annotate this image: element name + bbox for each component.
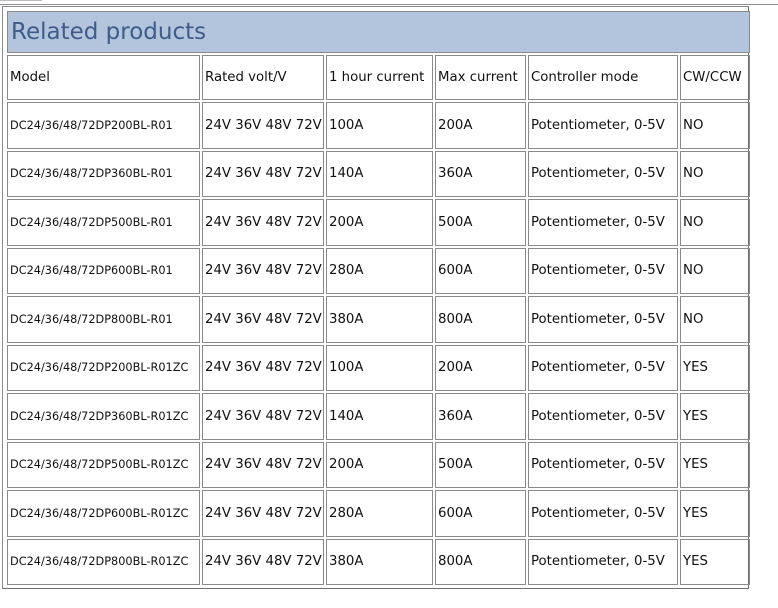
cw-ccw-cell: NO	[680, 199, 751, 246]
rated-volt-cell: 24V 36V 48V 72V	[202, 247, 324, 294]
controller-mode-cell: Potentiometer, 0-5V	[528, 490, 678, 537]
controller-mode-cell: Potentiometer, 0-5V	[528, 247, 678, 294]
top-rule-short	[0, 0, 42, 1]
hour-current-cell: 200A	[326, 199, 433, 246]
max-current-cell: 360A	[435, 150, 526, 197]
model-cell: DC24/36/48/72DP600BL-R01	[7, 247, 200, 294]
cw-ccw-cell: YES	[680, 538, 751, 585]
controller-mode-cell: Potentiometer, 0-5V	[528, 538, 678, 585]
controller-mode-cell: Potentiometer, 0-5V	[528, 199, 678, 246]
related-products-table: Related products Model Rated volt/V 1 ho…	[5, 9, 752, 587]
hour-current-cell: 140A	[326, 393, 433, 440]
cw-ccw-cell: NO	[680, 150, 751, 197]
rated-volt-cell: 24V 36V 48V 72V	[202, 490, 324, 537]
rated-volt-cell: 24V 36V 48V 72V	[202, 441, 324, 488]
max-current-cell: 600A	[435, 490, 526, 537]
cw-ccw-cell: YES	[680, 344, 751, 391]
controller-mode-cell: Potentiometer, 0-5V	[528, 441, 678, 488]
hour-current-cell: 100A	[326, 344, 433, 391]
header-row: Model Rated volt/V 1 hour current Max cu…	[7, 55, 751, 100]
rated-volt-cell: 24V 36V 48V 72V	[202, 102, 324, 149]
model-cell: DC24/36/48/72DP500BL-R01ZC	[7, 441, 200, 488]
column-header-max-current: Max current	[435, 55, 526, 100]
rated-volt-cell: 24V 36V 48V 72V	[202, 344, 324, 391]
cw-ccw-cell: NO	[680, 296, 751, 343]
model-cell: DC24/36/48/72DP200BL-R01ZC	[7, 344, 200, 391]
table-title: Related products	[7, 11, 751, 53]
cw-ccw-cell: YES	[680, 490, 751, 537]
model-cell: DC24/36/48/72DP800BL-R01ZC	[7, 538, 200, 585]
hour-current-cell: 280A	[326, 490, 433, 537]
hour-current-cell: 380A	[326, 538, 433, 585]
hour-current-cell: 100A	[326, 102, 433, 149]
model-cell: DC24/36/48/72DP500BL-R01	[7, 199, 200, 246]
cw-ccw-cell: NO	[680, 102, 751, 149]
table-row: DC24/36/48/72DP800BL-R01ZC 24V 36V 48V 72…	[7, 538, 751, 585]
cw-ccw-cell: YES	[680, 393, 751, 440]
controller-mode-cell: Potentiometer, 0-5V	[528, 393, 678, 440]
max-current-cell: 800A	[435, 296, 526, 343]
max-current-cell: 800A	[435, 538, 526, 585]
table-row: DC24/36/48/72DP200BL-R01ZC 24V 36V 48V 72…	[7, 344, 751, 391]
rated-volt-cell: 24V 36V 48V 72V	[202, 538, 324, 585]
hour-current-cell: 380A	[326, 296, 433, 343]
table-row: DC24/36/48/72DP600BL-R01 24V 36V 48V 72V 2…	[7, 247, 751, 294]
column-header-controller-mode: Controller mode	[528, 55, 678, 100]
table-row: DC24/36/48/72DP600BL-R01ZC 24V 36V 48V 72…	[7, 490, 751, 537]
hour-current-cell: 140A	[326, 150, 433, 197]
controller-mode-cell: Potentiometer, 0-5V	[528, 150, 678, 197]
top-rule	[0, 4, 778, 5]
max-current-cell: 200A	[435, 344, 526, 391]
rated-volt-cell: 24V 36V 48V 72V	[202, 296, 324, 343]
cw-ccw-cell: NO	[680, 247, 751, 294]
controller-mode-cell: Potentiometer, 0-5V	[528, 102, 678, 149]
table-row: DC24/36/48/72DP200BL-R01 24V 36V 48V 72V 1…	[7, 102, 751, 149]
max-current-cell: 200A	[435, 102, 526, 149]
table-row: DC24/36/48/72DP800BL-R01 24V 36V 48V 72V 3…	[7, 296, 751, 343]
controller-mode-cell: Potentiometer, 0-5V	[528, 296, 678, 343]
max-current-cell: 500A	[435, 441, 526, 488]
hour-current-cell: 200A	[326, 441, 433, 488]
model-cell: DC24/36/48/72DP600BL-R01ZC	[7, 490, 200, 537]
column-header-model: Model	[7, 55, 200, 100]
max-current-cell: 600A	[435, 247, 526, 294]
related-products-panel: Related products Model Rated volt/V 1 ho…	[2, 6, 752, 589]
rated-volt-cell: 24V 36V 48V 72V	[202, 150, 324, 197]
controller-mode-cell: Potentiometer, 0-5V	[528, 344, 678, 391]
max-current-cell: 360A	[435, 393, 526, 440]
table-row: DC24/36/48/72DP360BL-R01ZC 24V 36V 48V 72…	[7, 393, 751, 440]
rated-volt-cell: 24V 36V 48V 72V	[202, 393, 324, 440]
table-row: DC24/36/48/72DP500BL-R01 24V 36V 48V 72V 2…	[7, 199, 751, 246]
model-cell: DC24/36/48/72DP200BL-R01	[7, 102, 200, 149]
hour-current-cell: 280A	[326, 247, 433, 294]
title-row: Related products	[7, 11, 751, 53]
model-cell: DC24/36/48/72DP360BL-R01	[7, 150, 200, 197]
model-cell: DC24/36/48/72DP800BL-R01	[7, 296, 200, 343]
column-header-rated-volt: Rated volt/V	[202, 55, 324, 100]
column-header-cw-ccw: CW/CCW	[680, 55, 751, 100]
max-current-cell: 500A	[435, 199, 526, 246]
table-row: DC24/36/48/72DP360BL-R01 24V 36V 48V 72V 1…	[7, 150, 751, 197]
column-header-1-hour-current: 1 hour current	[326, 55, 433, 100]
rated-volt-cell: 24V 36V 48V 72V	[202, 199, 324, 246]
cw-ccw-cell: YES	[680, 441, 751, 488]
model-cell: DC24/36/48/72DP360BL-R01ZC	[7, 393, 200, 440]
table-row: DC24/36/48/72DP500BL-R01ZC 24V 36V 48V 72…	[7, 441, 751, 488]
